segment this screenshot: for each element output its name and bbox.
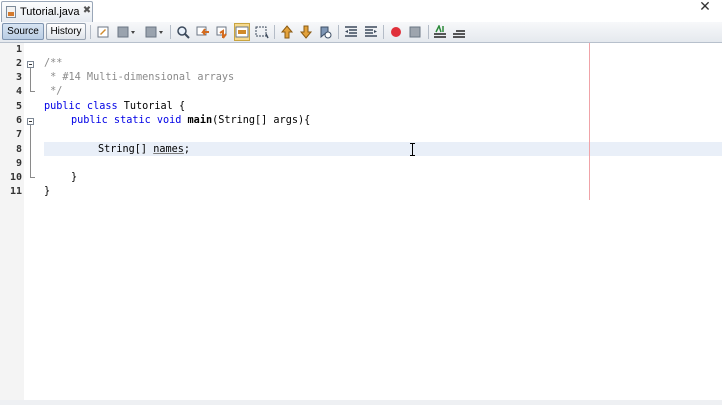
- start-macro-icon[interactable]: [388, 24, 404, 40]
- right-margin-guide: [589, 43, 590, 200]
- method-params: (String[] args){: [212, 115, 311, 126]
- last-edit-icon[interactable]: [95, 24, 111, 40]
- line-number: 1: [15, 44, 22, 55]
- text-cursor-icon: [410, 143, 416, 156]
- editor-tab[interactable]: Tutorial.java ✖: [1, 1, 93, 22]
- find-next-icon[interactable]: [215, 24, 231, 40]
- class-declaration: Tutorial {: [117, 101, 186, 112]
- stop-macro-icon[interactable]: [407, 24, 423, 40]
- shift-right-icon[interactable]: [363, 24, 379, 40]
- history-button[interactable]: History: [46, 23, 86, 40]
- fold-toggle-icon[interactable]: [27, 118, 34, 125]
- line-number: 5: [15, 101, 22, 112]
- close-icon[interactable]: ✕: [697, 0, 713, 14]
- keyword: public class: [44, 101, 118, 112]
- code-line-10: }: [71, 172, 78, 183]
- line-number: 8: [15, 144, 22, 155]
- source-button[interactable]: Source: [2, 23, 44, 40]
- toolbar-separator: [428, 25, 429, 39]
- method-name: main: [187, 115, 213, 126]
- toggle-highlight-icon[interactable]: [234, 23, 250, 41]
- line-number: 6: [15, 115, 22, 126]
- keyword: public static void: [71, 115, 182, 126]
- next-bookmark-icon[interactable]: [298, 24, 314, 40]
- toolbar-separator: [274, 25, 275, 39]
- code-folding-margin: [24, 43, 38, 405]
- shift-left-icon[interactable]: [343, 24, 359, 40]
- type-name: String[]: [98, 144, 148, 155]
- tab-title: Tutorial.java: [20, 6, 80, 18]
- statement-end: ;: [183, 144, 191, 155]
- code-line-2: /**: [44, 58, 63, 69]
- fold-end: [30, 91, 35, 92]
- code-line-3: * #14 Multi-dimensional arrays: [44, 72, 235, 83]
- editor-toolbar: Source History: [0, 22, 722, 43]
- line-number-gutter: 1 2 3 4 5 6 7 8 9 10 11: [0, 43, 25, 405]
- code-line-5: public class Tutorial {: [44, 100, 185, 114]
- line-number: 11: [9, 186, 22, 197]
- find-selection-icon[interactable]: [175, 24, 191, 40]
- find-previous-icon[interactable]: [195, 24, 211, 40]
- editor-tab-bar: Tutorial.java ✖ ✕: [0, 0, 722, 23]
- toggle-bookmark-icon[interactable]: [317, 24, 333, 40]
- code-line-8: String[] names;: [98, 143, 190, 157]
- line-number: 7: [15, 129, 22, 140]
- comment-icon[interactable]: [432, 24, 448, 40]
- fold-toggle-icon[interactable]: [27, 61, 34, 68]
- variable-name: names: [153, 144, 184, 155]
- back-icon[interactable]: [116, 24, 138, 40]
- forward-icon[interactable]: [144, 24, 166, 40]
- line-number: 10: [9, 172, 22, 183]
- toolbar-separator: [90, 25, 91, 39]
- fold-line: [30, 125, 31, 177]
- code-line-11: }: [44, 186, 51, 197]
- toolbar-separator: [338, 25, 339, 39]
- toolbar-separator: [383, 25, 384, 39]
- java-file-icon: [6, 6, 16, 18]
- bottom-edge: [0, 400, 722, 405]
- code-editor[interactable]: /** * #14 Multi-dimensional arrays */ pu…: [38, 43, 722, 405]
- line-number: 4: [15, 86, 22, 97]
- previous-bookmark-icon[interactable]: [279, 24, 295, 40]
- tab-close-icon[interactable]: ✖: [82, 6, 92, 16]
- uncomment-icon[interactable]: [451, 24, 467, 40]
- line-number: 9: [15, 158, 22, 169]
- fold-line: [30, 68, 31, 91]
- code-line-6: public static void main(String[] args){: [71, 114, 310, 128]
- fold-end: [30, 177, 35, 178]
- toolbar-separator: [170, 25, 171, 39]
- line-number: 2: [15, 58, 22, 69]
- line-number: 3: [15, 72, 22, 83]
- toggle-rect-selection-icon[interactable]: [254, 24, 270, 40]
- code-line-4: */: [44, 86, 63, 97]
